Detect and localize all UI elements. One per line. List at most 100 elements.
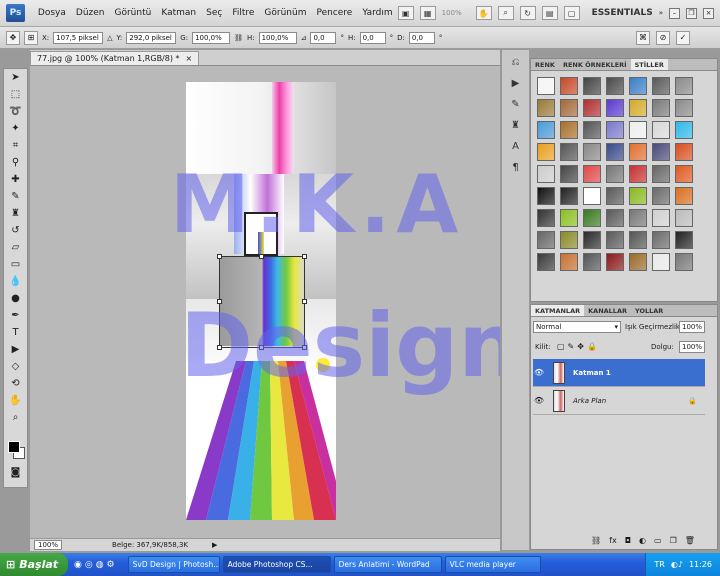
tab-close-icon[interactable]: × [186, 54, 193, 63]
style-swatch[interactable] [606, 253, 624, 271]
tab-yollar[interactable]: YOLLAR [631, 305, 667, 316]
style-swatch[interactable] [537, 231, 555, 249]
style-swatch[interactable] [629, 121, 647, 139]
style-swatch[interactable] [652, 209, 670, 227]
canvas-area[interactable]: M.K.A Design [30, 66, 500, 538]
y-field[interactable]: 292,0 piksel [126, 31, 177, 44]
hand-tool-icon[interactable]: ✋ [4, 392, 27, 409]
tab-kanallar[interactable]: KANALLAR [584, 305, 631, 316]
style-swatch[interactable] [675, 143, 693, 161]
taskbar-btn-wordpad[interactable]: Ders Anlatimi - WordPad [333, 556, 442, 573]
visibility-eye-icon[interactable]: 👁 [533, 396, 545, 405]
arrange-docs-icon[interactable]: ▤ [541, 6, 558, 20]
style-swatch[interactable] [652, 143, 670, 161]
style-swatch[interactable] [629, 99, 647, 117]
path-select-icon[interactable]: ▶ [4, 341, 27, 358]
restore-icon[interactable]: ❐ [686, 7, 697, 19]
style-swatch[interactable] [652, 77, 670, 95]
zoom-tool-icon[interactable]: ⌕ [497, 6, 514, 20]
style-swatch[interactable] [629, 143, 647, 161]
opacity-field[interactable]: 100% [679, 321, 705, 333]
style-swatch[interactable] [583, 253, 601, 271]
minimize-icon[interactable]: – [669, 7, 680, 19]
style-swatch[interactable] [606, 143, 624, 161]
gradient-tool-icon[interactable]: ▭ [4, 256, 27, 273]
workspace-arrow-icon[interactable]: » [659, 9, 663, 17]
rotate-view-icon[interactable]: ↻ [519, 6, 536, 20]
dodge-tool-icon[interactable]: ● [4, 290, 27, 307]
language-indicator[interactable]: TR [654, 560, 664, 569]
style-swatch[interactable] [629, 77, 647, 95]
layer-row-katman1[interactable]: 👁 Katman 1 [533, 359, 705, 387]
taskbar-btn-vlc[interactable]: VLC media player [444, 556, 541, 573]
menu-pencere[interactable]: Pencere [311, 8, 357, 18]
menu-duzen[interactable]: Düzen [71, 8, 110, 18]
style-swatch[interactable] [675, 209, 693, 227]
style-swatch[interactable] [537, 165, 555, 183]
style-swatch[interactable] [629, 209, 647, 227]
style-swatch[interactable] [675, 77, 693, 95]
style-swatch[interactable] [629, 187, 647, 205]
crop-tool-icon[interactable]: ⌗ [4, 137, 27, 154]
adjustment-icon[interactable]: ◐ [639, 536, 646, 545]
style-swatch[interactable] [537, 253, 555, 271]
style-swatch[interactable] [537, 143, 555, 161]
style-swatch[interactable] [675, 253, 693, 271]
style-swatch[interactable] [560, 77, 578, 95]
style-swatch[interactable] [606, 209, 624, 227]
eraser-icon[interactable]: ▱ [4, 239, 27, 256]
style-swatch[interactable] [629, 253, 647, 271]
link-icon[interactable]: ⛓ [234, 34, 243, 42]
close-icon[interactable]: × [703, 7, 714, 19]
quick-mask-icon[interactable]: ◙ [4, 464, 27, 481]
layer-name[interactable]: Arka Plan [573, 397, 606, 405]
style-swatch[interactable] [606, 187, 624, 205]
character-panel-icon[interactable]: A [506, 137, 526, 155]
style-swatch[interactable] [560, 165, 578, 183]
warp-icon[interactable]: ⌘ [636, 30, 650, 45]
tab-renk[interactable]: RENK [531, 59, 559, 70]
link-layers-icon[interactable]: ⛓ [591, 536, 601, 545]
width-field[interactable]: 100,0% [192, 31, 231, 44]
new-layer-icon[interactable]: ❐ [670, 536, 677, 545]
hand-icon[interactable]: ✋ [475, 6, 492, 20]
style-swatch[interactable] [606, 77, 624, 95]
style-swatch[interactable] [629, 231, 647, 249]
style-swatch[interactable] [606, 231, 624, 249]
menu-filtre[interactable]: Filtre [227, 8, 259, 18]
style-swatch[interactable] [560, 121, 578, 139]
tray-icons[interactable]: ◐♪ [671, 560, 683, 569]
height-field[interactable]: 100,0% [258, 31, 297, 44]
transform-handle-tl[interactable] [217, 254, 222, 259]
style-swatch[interactable] [537, 99, 555, 117]
menu-yardim[interactable]: Yardım [357, 8, 397, 18]
lasso-tool-icon[interactable]: ➰ [4, 103, 27, 120]
add-mask-icon[interactable]: ◘ [625, 536, 631, 545]
style-swatch[interactable] [629, 165, 647, 183]
style-swatch[interactable] [675, 187, 693, 205]
clone-stamp-icon[interactable]: ♜ [4, 205, 27, 222]
visibility-eye-icon[interactable]: 👁 [533, 368, 545, 377]
style-swatch[interactable] [583, 99, 601, 117]
status-zoom[interactable]: 100% [34, 540, 63, 550]
menu-sec[interactable]: Seç [201, 8, 227, 18]
blur-tool-icon[interactable]: 💧 [4, 273, 27, 290]
style-swatch[interactable] [537, 187, 555, 205]
paragraph-panel-icon[interactable]: ¶ [506, 158, 526, 176]
eyedropper-icon[interactable]: ⚲ [4, 154, 27, 171]
style-swatch[interactable] [675, 231, 693, 249]
style-swatch[interactable] [652, 231, 670, 249]
menu-dosya[interactable]: Dosya [33, 8, 71, 18]
style-swatch[interactable] [560, 187, 578, 205]
screen-mode-icon[interactable]: ▢ [563, 6, 580, 20]
type-tool-icon[interactable]: T [4, 324, 27, 341]
style-swatch[interactable] [583, 77, 601, 95]
tab-renk-ornekleri[interactable]: RENK ÖRNEKLERİ [559, 59, 631, 70]
workspace-switcher[interactable]: ESSENTIALS [592, 8, 653, 18]
style-swatch[interactable] [606, 165, 624, 183]
status-arrow-icon[interactable]: ▶ [212, 541, 217, 549]
tab-katmanlar[interactable]: KATMANLAR [531, 305, 585, 316]
history-panel-icon[interactable]: ⎌ [506, 53, 526, 71]
transform-handle-tm[interactable] [259, 254, 264, 259]
cancel-transform-icon[interactable]: ⊘ [656, 30, 670, 45]
